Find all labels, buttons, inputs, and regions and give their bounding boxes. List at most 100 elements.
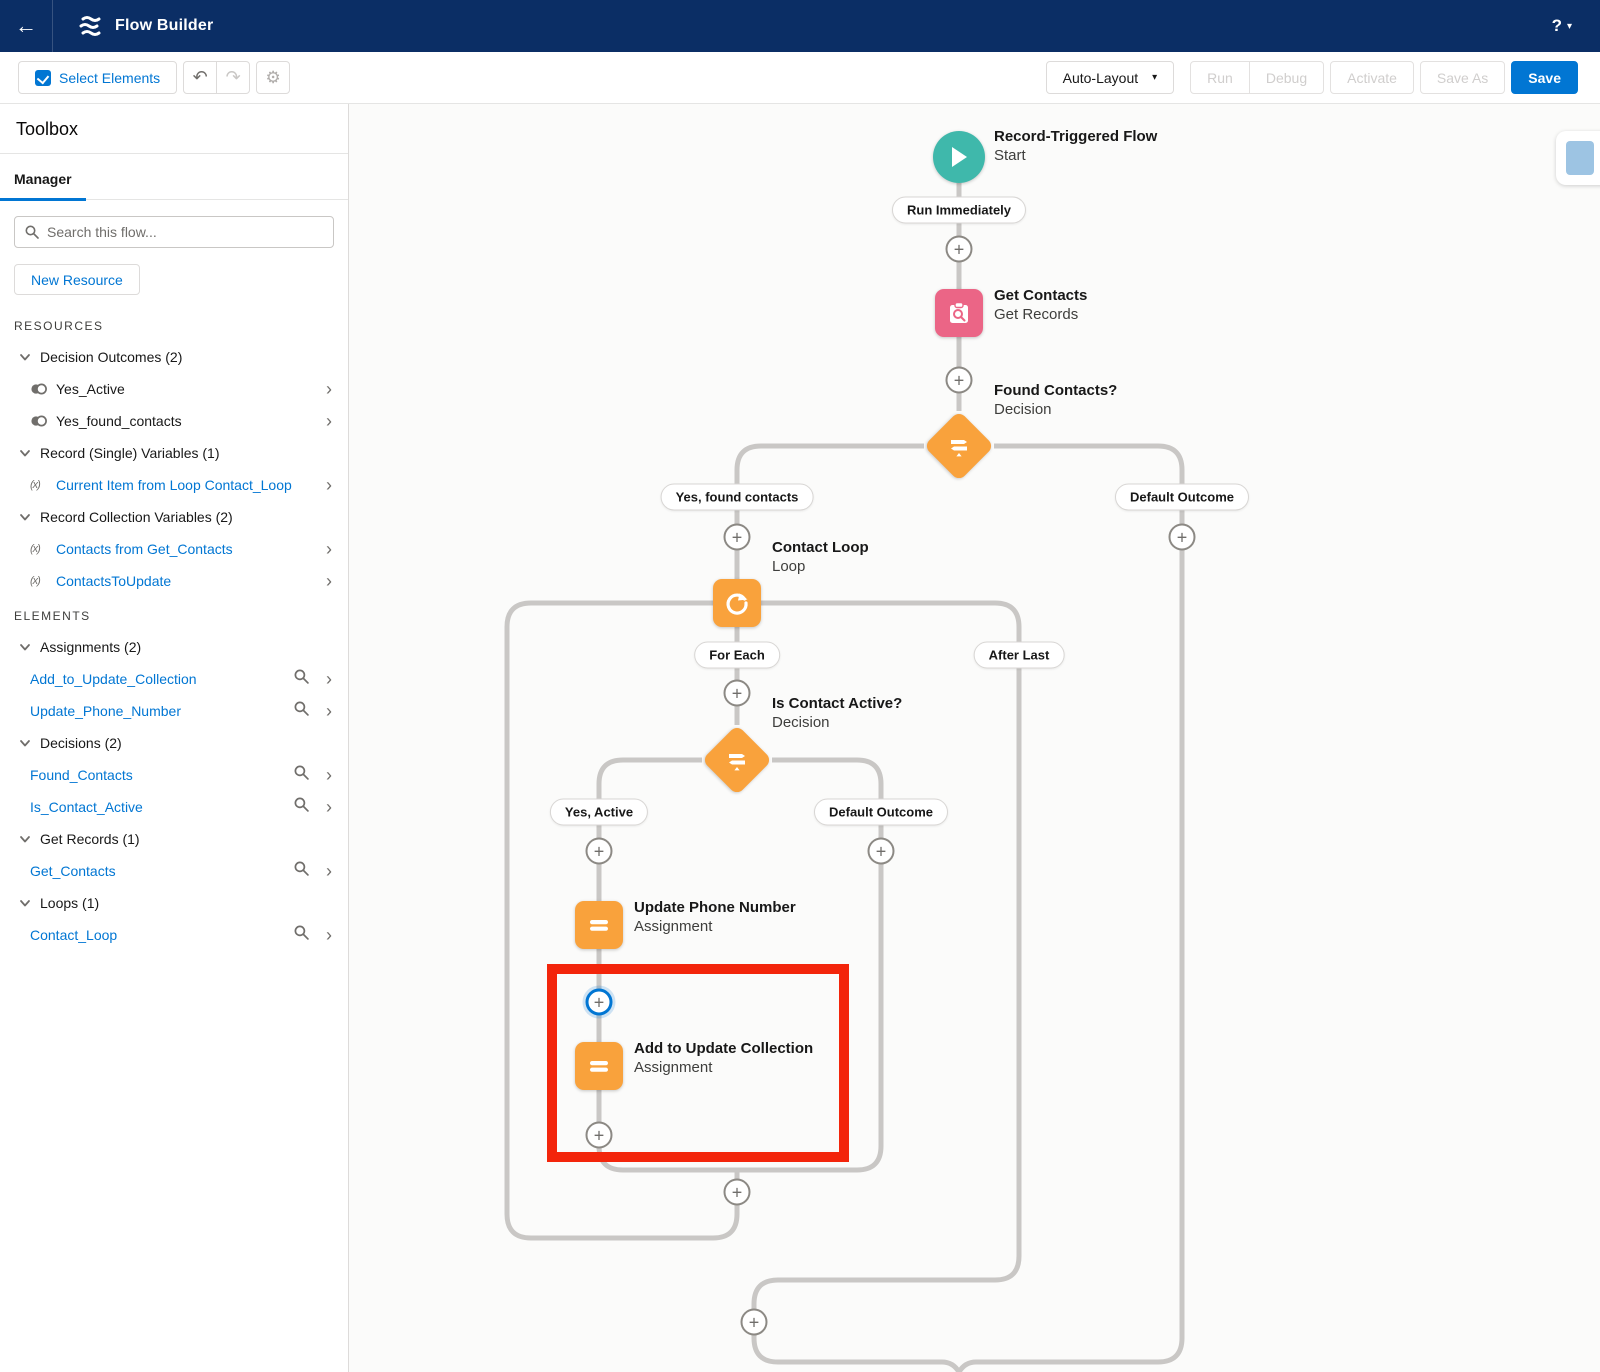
magnifier-icon[interactable] — [288, 797, 314, 817]
chevron-right-icon[interactable]: › — [314, 380, 334, 398]
help-caret-icon: ▾ — [1567, 21, 1572, 32]
chevron-down-icon — [18, 640, 32, 654]
page-title: Flow Builder — [115, 17, 213, 35]
section-record-single-variables[interactable]: Record (Single) Variables (1) — [14, 437, 334, 469]
help-menu[interactable]: ? ▾ — [1552, 16, 1572, 36]
redo-button[interactable]: ↷ — [216, 61, 250, 94]
loop-icon — [724, 590, 750, 616]
canvas-overlay-widget[interactable] — [1556, 131, 1600, 185]
add-element-button[interactable]: + — [946, 236, 973, 263]
sidebar-item-yes-found-contacts[interactable]: Yes_found_contacts › — [14, 405, 334, 437]
settings-button[interactable]: ⚙ — [256, 61, 290, 94]
get-contacts-node[interactable] — [935, 289, 983, 337]
chevron-right-icon[interactable]: › — [314, 926, 334, 944]
start-node[interactable] — [933, 131, 985, 183]
app-header: ← Flow Builder ? ▾ — [0, 0, 1600, 52]
chevron-right-icon[interactable]: › — [314, 572, 334, 590]
section-assignments[interactable]: Assignments (2) — [14, 631, 334, 663]
toolbox-panel: Toolbox Manager New Resource RESOURCES D… — [0, 104, 349, 1372]
add-element-button[interactable]: + — [724, 1179, 751, 1206]
decision-icon — [725, 748, 749, 772]
search-icon — [25, 225, 39, 239]
update-phone-number-label: Update Phone Number Assignment — [634, 898, 796, 936]
sidebar-item-is-contact-active[interactable]: Is_Contact_Active › — [14, 791, 334, 823]
new-resource-button[interactable]: New Resource — [14, 264, 140, 295]
overlay-thumbnail — [1566, 141, 1594, 175]
save-button[interactable]: Save — [1511, 61, 1578, 94]
chevron-right-icon[interactable]: › — [314, 670, 334, 688]
back-arrow-icon[interactable]: ← — [0, 0, 52, 52]
sidebar-item-contacts-to-update[interactable]: (x) ContactsToUpdate › — [14, 565, 334, 597]
sidebar-item-contact-loop[interactable]: Contact_Loop › — [14, 919, 334, 951]
search-input[interactable] — [47, 224, 323, 240]
variable-icon: (x) — [30, 479, 50, 491]
add-element-button[interactable]: + — [1169, 524, 1196, 551]
magnifier-icon[interactable] — [288, 765, 314, 785]
add-element-button[interactable]: + — [724, 680, 751, 707]
yes-active-pill: Yes, Active — [550, 799, 648, 826]
outcome-icon — [30, 414, 50, 428]
debug-button[interactable]: Debug — [1249, 61, 1324, 94]
default-outcome-pill: Default Outcome — [814, 799, 948, 826]
variable-icon: (x) — [30, 575, 50, 587]
is-contact-active-label: Is Contact Active? Decision — [772, 694, 902, 732]
add-element-button-highlighted[interactable]: + — [586, 989, 613, 1016]
toolbox-title: Toolbox — [0, 104, 348, 154]
add-element-button[interactable]: + — [724, 524, 751, 551]
add-element-button[interactable]: + — [741, 1309, 768, 1336]
update-phone-number-node[interactable] — [575, 901, 623, 949]
sidebar-item-update-phone-number[interactable]: Update_Phone_Number › — [14, 695, 334, 727]
flow-canvas[interactable]: Record-Triggered Flow Start Run Immediat… — [349, 104, 1600, 1372]
help-icon: ? — [1552, 16, 1562, 36]
undo-button[interactable]: ↶ — [183, 61, 217, 94]
auto-layout-caret-icon: ▾ — [1152, 72, 1157, 83]
chevron-right-icon[interactable]: › — [314, 798, 334, 816]
flow-toolbar: Select Elements ↶ ↷ ⚙ Auto-Layout ▾ Run … — [0, 52, 1600, 104]
chevron-right-icon[interactable]: › — [314, 862, 334, 880]
auto-layout-dropdown[interactable]: Auto-Layout ▾ — [1046, 61, 1175, 94]
magnifier-icon[interactable] — [288, 861, 314, 881]
sidebar-item-contacts-from-get-contacts[interactable]: (x) Contacts from Get_Contacts › — [14, 533, 334, 565]
chevron-down-icon — [18, 446, 32, 460]
variable-icon: (x) — [30, 543, 50, 555]
magnifier-icon[interactable] — [288, 669, 314, 689]
assignment-icon — [587, 913, 611, 937]
select-elements-button[interactable]: Select Elements — [18, 61, 177, 94]
sidebar-item-current-item-loop[interactable]: (x) Current Item from Loop Contact_Loop … — [14, 469, 334, 501]
section-decision-outcomes[interactable]: Decision Outcomes (2) — [14, 341, 334, 373]
chevron-down-icon — [18, 896, 32, 910]
chevron-right-icon[interactable]: › — [314, 476, 334, 494]
chevron-right-icon[interactable]: › — [314, 540, 334, 558]
add-element-button[interactable]: + — [868, 838, 895, 865]
chevron-right-icon[interactable]: › — [314, 412, 334, 430]
header-divider — [52, 0, 53, 52]
section-record-collection-variables[interactable]: Record Collection Variables (2) — [14, 501, 334, 533]
undo-icon: ↶ — [193, 67, 208, 88]
section-loops[interactable]: Loops (1) — [14, 887, 334, 919]
magnifier-icon[interactable] — [288, 701, 314, 721]
flow-builder-logo-icon — [77, 13, 103, 39]
chevron-right-icon[interactable]: › — [314, 766, 334, 784]
play-icon — [949, 146, 969, 168]
save-as-button[interactable]: Save As — [1420, 61, 1505, 94]
tab-manager[interactable]: Manager — [0, 171, 86, 199]
chevron-down-icon — [18, 350, 32, 364]
add-element-button[interactable]: + — [946, 367, 973, 394]
add-element-button[interactable]: + — [586, 838, 613, 865]
sidebar-item-yes-active[interactable]: Yes_Active › — [14, 373, 334, 405]
default-outcome-pill: Default Outcome — [1115, 484, 1249, 511]
sidebar-item-get-contacts[interactable]: Get_Contacts › — [14, 855, 334, 887]
chevron-right-icon[interactable]: › — [314, 702, 334, 720]
activate-button[interactable]: Activate — [1330, 61, 1414, 94]
section-get-records[interactable]: Get Records (1) — [14, 823, 334, 855]
sidebar-item-add-to-update-collection[interactable]: Add_to_Update_Collection › — [14, 663, 334, 695]
gear-icon: ⚙ — [266, 68, 281, 88]
magnifier-icon[interactable] — [288, 925, 314, 945]
section-decisions[interactable]: Decisions (2) — [14, 727, 334, 759]
contact-loop-node[interactable] — [713, 579, 761, 627]
resources-section-label: RESOURCES — [14, 319, 334, 333]
run-immediately-pill: Run Immediately — [892, 197, 1026, 224]
chevron-down-icon — [18, 736, 32, 750]
sidebar-item-found-contacts[interactable]: Found_Contacts › — [14, 759, 334, 791]
run-button[interactable]: Run — [1190, 61, 1250, 94]
